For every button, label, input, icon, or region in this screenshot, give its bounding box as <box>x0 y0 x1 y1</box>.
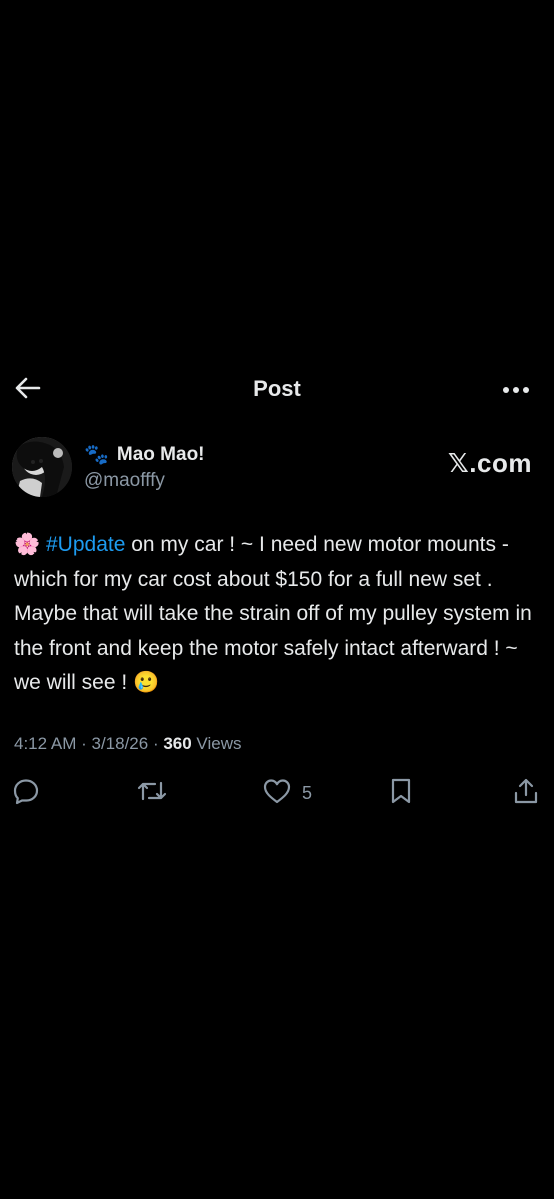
bookmark-button[interactable] <box>388 776 414 810</box>
avatar[interactable] <box>12 437 72 497</box>
x-watermark: 𝕏.com <box>447 448 532 478</box>
bookmark-icon <box>388 777 414 810</box>
share-icon <box>512 777 540 810</box>
like-button[interactable]: 5 <box>262 776 312 810</box>
action-bar: 5 <box>0 776 554 810</box>
views-label: Views <box>191 734 242 753</box>
reply-button[interactable] <box>12 776 40 810</box>
post-header: Post <box>0 366 554 414</box>
paw-icon: 🐾 <box>84 444 109 466</box>
more-options-button[interactable] <box>498 378 534 402</box>
share-button[interactable] <box>512 776 540 810</box>
hashtag-link[interactable]: #Update <box>46 533 125 556</box>
author-display-name: Mao Mao! <box>116 444 205 465</box>
author-name-row[interactable]: 🐾 Mao Mao! <box>84 444 205 466</box>
more-horizontal-icon <box>502 381 530 399</box>
heart-icon <box>262 777 292 810</box>
like-count: 5 <box>302 782 313 803</box>
author-block: 🐾 Mao Mao! @maofffy 𝕏.com <box>12 436 542 498</box>
author-handle[interactable]: @maofffy <box>84 470 165 492</box>
post-time: 4:12 AM <box>14 734 77 753</box>
repost-button[interactable] <box>136 776 168 810</box>
reply-icon <box>12 777 40 810</box>
meta-separator: · <box>148 734 164 753</box>
repost-icon <box>136 777 168 810</box>
post-meta: 4:12 AM · 3/18/26 · 360 Views <box>14 734 241 754</box>
post-text: 🌸 #Update on my car ! ~ I need new motor… <box>14 528 544 701</box>
smiling-tear-emoji: 🥲 <box>133 671 160 694</box>
cherry-blossom-emoji: 🌸 <box>14 533 41 556</box>
post-text-content: on my car ! ~ I need new motor mounts - … <box>14 533 532 694</box>
post-date: 3/18/26 <box>91 734 149 753</box>
views-count[interactable]: 360 <box>163 734 191 753</box>
meta-separator: · <box>76 734 92 753</box>
page-title: Post <box>253 376 301 401</box>
